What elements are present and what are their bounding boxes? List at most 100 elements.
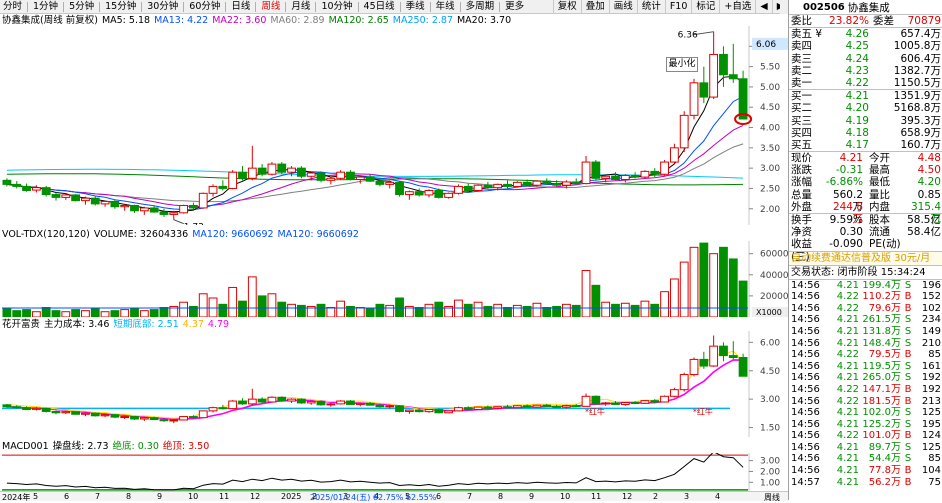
period-tab-11[interactable]: 季线 bbox=[403, 0, 428, 13]
candle-body[interactable] bbox=[41, 187, 51, 196]
toolbar-right-button-6[interactable]: +自选 bbox=[719, 0, 755, 13]
volume-bar[interactable] bbox=[591, 284, 601, 317]
volume-bar[interactable] bbox=[149, 309, 159, 317]
toolbar-right-button-3[interactable]: 统计 bbox=[636, 0, 665, 13]
candle-body[interactable] bbox=[355, 176, 365, 181]
volume-bar[interactable] bbox=[630, 304, 640, 317]
period-tab-5[interactable]: 60分钟 bbox=[186, 0, 223, 13]
candle-body[interactable] bbox=[130, 205, 139, 212]
volume-bar[interactable] bbox=[738, 280, 748, 317]
candle-body[interactable] bbox=[296, 167, 306, 177]
candle-body[interactable] bbox=[159, 211, 169, 215]
candle-body[interactable] bbox=[395, 181, 404, 196]
candle-body[interactable] bbox=[90, 197, 100, 205]
candle-body[interactable] bbox=[228, 171, 238, 189]
volume-bar[interactable] bbox=[31, 311, 41, 317]
tick-list[interactable]: 14:56 4.21 199.4万 S 196 14:56 4.22 110.2万 B 152 14… bbox=[789, 280, 942, 489]
volume-bar[interactable] bbox=[159, 307, 169, 318]
bid-row-3[interactable]: 买四 4.18 658.9万 bbox=[789, 127, 942, 139]
volume-bar[interactable] bbox=[679, 261, 689, 317]
bid-row-2[interactable]: 买三 4.19 395.3万 bbox=[789, 115, 942, 127]
candle-body[interactable] bbox=[257, 167, 267, 175]
volume-bar[interactable] bbox=[463, 303, 473, 317]
volume-bar[interactable] bbox=[71, 309, 81, 317]
candle-body[interactable] bbox=[611, 175, 620, 181]
toolbar-right-button-4[interactable]: F10 bbox=[664, 0, 692, 13]
candle-body[interactable] bbox=[630, 174, 640, 178]
candle-body[interactable] bbox=[473, 184, 483, 191]
volume-chart[interactable]: 60000 40000 20000 X1000 bbox=[0, 241, 788, 317]
candle-body[interactable] bbox=[699, 82, 709, 98]
candle-body[interactable] bbox=[120, 205, 130, 208]
period-tab-7[interactable]: 周线 bbox=[258, 0, 283, 13]
volume-bar[interactable] bbox=[581, 270, 591, 317]
tick-row[interactable]: 14:56 4.21 265.0万 S 192 bbox=[789, 372, 942, 384]
candle-body[interactable] bbox=[493, 183, 503, 189]
volume-bar[interactable] bbox=[414, 307, 424, 318]
volume-bar[interactable] bbox=[434, 301, 444, 317]
candle-body[interactable] bbox=[365, 176, 375, 182]
period-tab-1[interactable]: 1分钟 bbox=[30, 0, 61, 13]
volume-bar[interactable] bbox=[2, 308, 12, 317]
candle-body[interactable] bbox=[719, 53, 728, 76]
toolbar-right-button-7[interactable]: ◀ bbox=[755, 0, 771, 13]
volume-bar[interactable] bbox=[611, 303, 620, 317]
candle-body[interactable] bbox=[581, 161, 591, 185]
volume-bar[interactable] bbox=[218, 303, 228, 317]
period-tab-6[interactable]: 日线 bbox=[228, 0, 253, 13]
volume-bar[interactable] bbox=[316, 303, 326, 317]
volume-bar[interactable] bbox=[257, 295, 267, 317]
tick-row[interactable]: 14:56 4.21 261.5万 S 234 bbox=[789, 314, 942, 326]
volume-bar[interactable] bbox=[228, 286, 238, 317]
volume-bar[interactable] bbox=[660, 291, 669, 317]
tick-row[interactable]: 14:56 4.21 199.4万 S 196 bbox=[789, 280, 942, 292]
promo-banner[interactable]: 自动续费通达信普及版 30元/月 bbox=[789, 251, 942, 266]
volume-bar[interactable] bbox=[355, 307, 365, 318]
candle-body[interactable] bbox=[375, 180, 385, 185]
candle-body[interactable] bbox=[149, 207, 159, 213]
volume-bar[interactable] bbox=[385, 304, 395, 317]
candle-body[interactable] bbox=[287, 167, 296, 173]
volume-bar[interactable] bbox=[689, 246, 699, 317]
candle-body[interactable] bbox=[738, 78, 748, 120]
minimize-button[interactable]: 最小化 bbox=[666, 57, 698, 72]
candle-body[interactable] bbox=[71, 194, 81, 202]
candle-body[interactable] bbox=[316, 172, 326, 181]
candle-body[interactable] bbox=[139, 207, 149, 212]
tick-row[interactable]: 14:56 4.21 119.5万 S 161 bbox=[789, 361, 942, 373]
tick-row[interactable]: 14:56 4.21 125.2万 S 195 bbox=[789, 419, 942, 431]
volume-bar[interactable] bbox=[473, 301, 483, 317]
volume-bar[interactable] bbox=[601, 301, 611, 317]
candle-body[interactable] bbox=[669, 147, 679, 163]
candle-body[interactable] bbox=[110, 200, 120, 208]
period-tab-9[interactable]: 10分钟 bbox=[318, 0, 355, 13]
candle-body[interactable] bbox=[404, 191, 414, 196]
bid-row-1[interactable]: 买二 4.20 5168.8万 bbox=[789, 102, 942, 114]
candle-body[interactable] bbox=[169, 212, 179, 215]
candle-body[interactable] bbox=[326, 177, 336, 181]
volume-bar[interactable] bbox=[375, 303, 385, 317]
candle-body[interactable] bbox=[2, 179, 12, 185]
macd-chart[interactable]: 3.002.001.00 bbox=[0, 453, 788, 491]
volume-bar[interactable] bbox=[365, 308, 375, 317]
volume-bar[interactable] bbox=[90, 308, 100, 317]
period-tab-3[interactable]: 15分钟 bbox=[102, 0, 139, 13]
candle-body[interactable] bbox=[336, 171, 346, 179]
candle-body[interactable] bbox=[22, 185, 31, 191]
volume-bar[interactable] bbox=[287, 303, 296, 317]
candle-body[interactable] bbox=[61, 194, 71, 198]
period-tab-2[interactable]: 5分钟 bbox=[66, 0, 97, 13]
candle-body[interactable] bbox=[218, 185, 228, 189]
volume-bar[interactable] bbox=[110, 310, 120, 317]
candle-body[interactable] bbox=[424, 189, 434, 196]
candle-body[interactable] bbox=[463, 185, 473, 191]
volume-bar[interactable] bbox=[130, 308, 139, 317]
volume-bar[interactable] bbox=[640, 300, 650, 317]
tick-row[interactable]: 14:56 4.21 131.8万 S 149 bbox=[789, 326, 942, 338]
volume-bar[interactable] bbox=[100, 311, 110, 317]
volume-bar[interactable] bbox=[620, 302, 630, 317]
candle-body[interactable] bbox=[532, 180, 542, 186]
volume-bar[interactable] bbox=[669, 278, 679, 317]
tick-row[interactable]: 14:56 4.21 89.7万 S 125 bbox=[789, 442, 942, 454]
toolbar-right-button-5[interactable]: 标记 bbox=[691, 0, 719, 13]
